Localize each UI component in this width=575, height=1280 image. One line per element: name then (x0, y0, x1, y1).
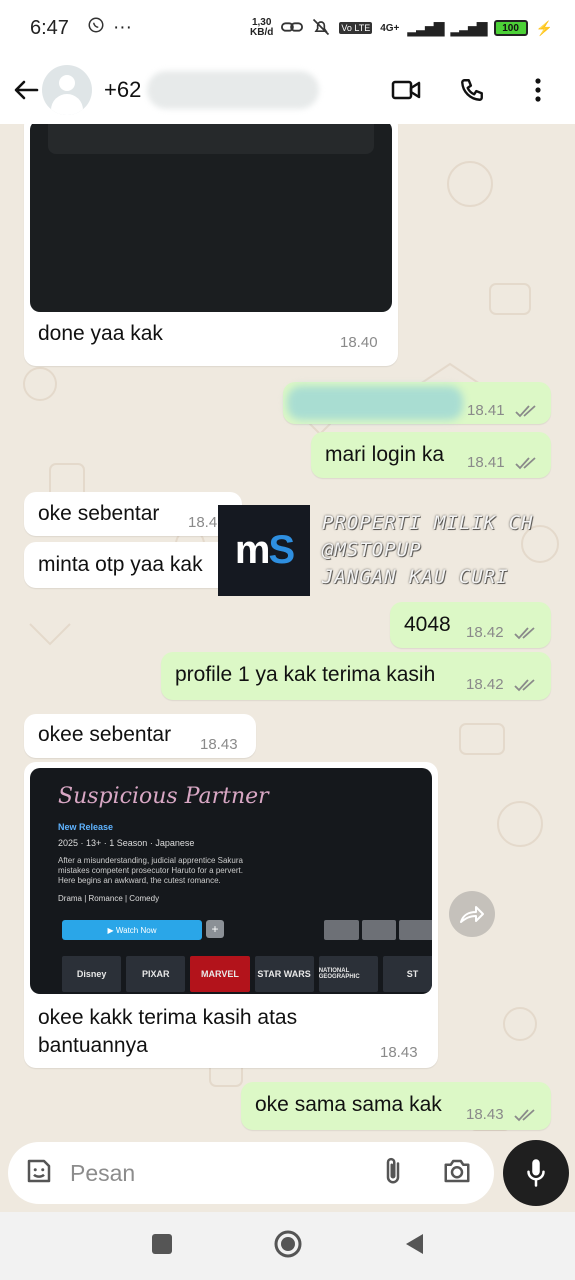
message-incoming[interactable]: done yaa kak 18.40 (24, 124, 398, 366)
message-text: oke sebentar (38, 502, 160, 525)
paperclip-icon (386, 1157, 400, 1183)
back-nav-button[interactable] (403, 1232, 425, 1261)
thumbnail-row (324, 920, 432, 940)
phone-icon (461, 79, 483, 101)
message-time: 18.42 (466, 624, 504, 641)
message-time: 18.42 (466, 676, 504, 693)
show-badge: New Release (58, 822, 114, 832)
chat-header: +62 (0, 56, 575, 124)
arrow-left-icon (14, 80, 39, 100)
link-icon (281, 19, 304, 38)
volte-badge: Vo LTE (339, 22, 373, 34)
watermark-logo: mS (218, 505, 310, 596)
camera-button[interactable] (442, 1158, 472, 1189)
message-text: profile 1 ya kak terima kasih (175, 663, 436, 686)
clock: 6:47 (30, 16, 69, 39)
message-text: oke sama sama kak (255, 1093, 442, 1116)
signal-icon-2: ▂▃▅▇ (450, 19, 487, 36)
message-text: mari login ka (325, 443, 445, 466)
menu-button[interactable] (523, 75, 553, 105)
square-icon (151, 1233, 172, 1254)
redacted-contact-name (147, 71, 320, 109)
message-incoming[interactable]: oke sebentar 18.4 (24, 492, 242, 536)
message-incoming[interactable]: minta otp yaa kak (24, 542, 244, 588)
message-input-bar[interactable]: Pesan (8, 1142, 494, 1204)
video-camera-icon (391, 80, 421, 100)
battery-icon: 100 (493, 20, 528, 36)
message-outgoing[interactable]: 4048 18.42 (390, 602, 551, 648)
message-time: 18.43 (380, 1044, 418, 1061)
message-text: minta otp yaa kak (38, 553, 203, 576)
message-time: 18.43 (466, 1106, 504, 1123)
message-outgoing[interactable]: oke sama sama kak 18.43 (241, 1082, 551, 1130)
system-nav-bar (0, 1212, 575, 1280)
microphone-icon (527, 1159, 545, 1187)
net-speed: 1,30 KB/d (250, 17, 274, 38)
more-notifications: ··· (112, 17, 132, 38)
message-time: 18.40 (340, 334, 378, 351)
voice-call-button[interactable] (457, 75, 487, 105)
message-time: 18.4 (188, 514, 218, 531)
message-outgoing-redacted[interactable]: 18.41 (283, 382, 551, 424)
message-input[interactable]: Pesan (70, 1160, 135, 1187)
network-type: 4G+ (380, 22, 400, 34)
read-ticks-icon (514, 1109, 535, 1122)
attach-button[interactable] (382, 1156, 404, 1191)
message-time: 18.41 (467, 402, 505, 419)
contact-name[interactable]: +62 (104, 77, 141, 103)
signal-icon: ▂▃▅▇ (407, 19, 444, 36)
chat-area[interactable]: done yaa kak 18.40 18.41 mari login ka 1… (0, 124, 575, 1140)
show-genres: Drama | Romance | Comedy (58, 894, 160, 903)
circle-icon (274, 1230, 301, 1257)
read-ticks-icon (515, 405, 536, 418)
home-button[interactable] (273, 1229, 303, 1264)
status-bar: 6:47 ··· 1,30 KB/d Vo LTE 4G+ ▂▃▅▇ ▂▃▅▇ … (0, 0, 575, 56)
redacted-content (287, 386, 463, 420)
sticker-button[interactable] (24, 1156, 54, 1191)
forward-button[interactable] (449, 891, 495, 937)
message-image[interactable]: Suspicious Partner New Release 2025 · 13… (30, 768, 432, 994)
more-vertical-icon (535, 78, 541, 102)
watch-now-button: ▶ Watch Now (62, 920, 202, 940)
message-text: okee sebentar (38, 723, 172, 746)
message-time: 18.43 (200, 736, 238, 753)
message-text: bantuannya (38, 1034, 148, 1057)
message-text: okee kakk terima kasih atas (38, 1006, 298, 1029)
message-text: done yaa kak (38, 322, 163, 345)
camera-icon (444, 1159, 470, 1182)
mute-icon (311, 17, 331, 40)
forward-icon (460, 906, 484, 923)
sticker-icon (27, 1159, 51, 1182)
read-ticks-icon (514, 627, 535, 640)
show-description: After a misunderstanding, judicial appre… (58, 856, 243, 885)
message-outgoing[interactable]: profile 1 ya kak terima kasih 18.42 (161, 652, 551, 700)
read-ticks-icon (515, 457, 536, 470)
whatsapp-notification-icon (87, 16, 105, 40)
message-incoming[interactable]: okee sebentar 18.43 (24, 714, 256, 758)
mic-button[interactable] (503, 1140, 569, 1206)
charging-icon: ⚡ (535, 19, 553, 36)
message-image[interactable] (30, 124, 392, 312)
recents-button[interactable] (151, 1233, 173, 1260)
video-call-button[interactable] (391, 75, 421, 105)
back-button[interactable] (12, 76, 40, 104)
watermark-text: PROPERTI MILIK CH @MSTOPUP JANGAN KAU CU… (322, 512, 534, 588)
read-ticks-icon (514, 679, 535, 692)
plus-icon: + (206, 920, 224, 938)
show-title: Suspicious Partner (58, 784, 269, 809)
triangle-back-icon (405, 1233, 423, 1254)
brand-row: Disney PIXAR MARVEL STAR WARS NATIONAL G… (62, 956, 432, 992)
message-text: 4048 (404, 613, 451, 636)
show-meta: 2025 · 13+ · 1 Season · Japanese (58, 838, 195, 848)
avatar[interactable] (42, 65, 92, 115)
message-outgoing[interactable]: mari login ka 18.41 (311, 432, 551, 478)
message-time: 18.41 (467, 454, 505, 471)
